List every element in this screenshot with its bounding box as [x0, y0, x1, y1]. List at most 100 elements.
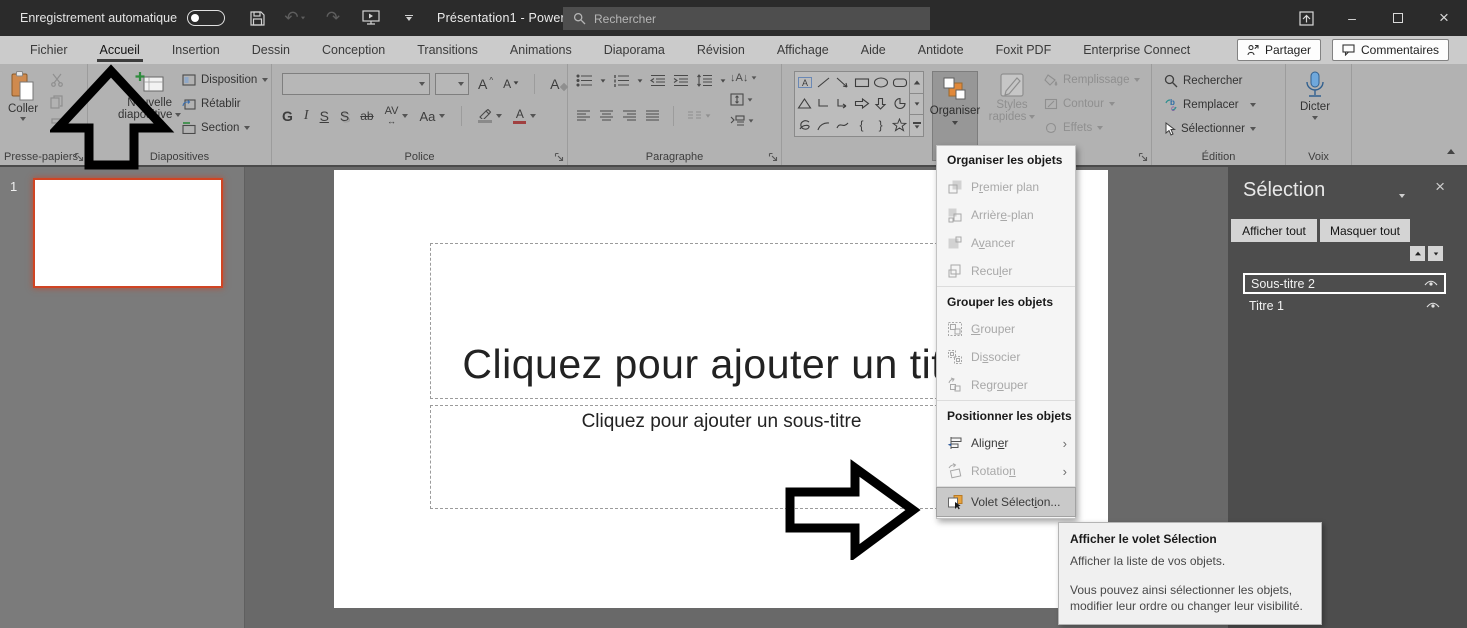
dictate-button[interactable]: Dicter: [1300, 71, 1330, 120]
slide-thumbnail[interactable]: [33, 178, 223, 288]
shape-oval-icon[interactable]: [871, 72, 890, 93]
shape-curve-icon[interactable]: [833, 115, 852, 136]
show-all-button[interactable]: Afficher tout: [1231, 219, 1317, 242]
align-text-button[interactable]: [730, 93, 757, 106]
tab-animations[interactable]: Animations: [494, 36, 588, 64]
find-button[interactable]: Rechercher: [1164, 74, 1242, 88]
shape-down-arrow-icon[interactable]: [871, 93, 890, 114]
shape-arc-icon[interactable]: [814, 115, 833, 136]
decrease-indent-icon[interactable]: [650, 74, 666, 87]
font-size-combobox[interactable]: [435, 73, 469, 95]
menu-item-aligner[interactable]: Aligner ›: [937, 429, 1075, 457]
pane-close-icon[interactable]: ×: [1435, 177, 1445, 197]
font-name-combobox[interactable]: [282, 73, 430, 95]
shapes-scroll-up-button[interactable]: [910, 72, 923, 94]
selection-item-subtitle[interactable]: Sous-titre 2: [1243, 273, 1446, 294]
layout-button[interactable]: Disposition: [182, 74, 268, 86]
align-left-icon[interactable]: [576, 110, 591, 122]
convert-to-smartart-button[interactable]: [730, 115, 757, 127]
drawing-dialog-launcher-icon[interactable]: [1138, 152, 1148, 162]
shape-left-brace-icon[interactable]: {: [852, 115, 871, 136]
clear-formatting-button[interactable]: A: [550, 76, 567, 92]
section-button[interactable]: Section: [182, 122, 250, 134]
line-spacing-icon[interactable]: [696, 74, 713, 87]
shape-star-icon[interactable]: [890, 115, 909, 136]
shapes-scroll-down-button[interactable]: [910, 94, 923, 116]
numbering-icon[interactable]: [613, 74, 630, 87]
hide-all-button[interactable]: Masquer tout: [1320, 219, 1410, 242]
tab-antidote[interactable]: Antidote: [902, 36, 980, 64]
tab-insertion[interactable]: Insertion: [156, 36, 236, 64]
shape-pie-icon[interactable]: [890, 93, 909, 114]
reorder-up-button[interactable]: [1410, 246, 1425, 261]
pane-options-chevron-icon[interactable]: [1399, 185, 1405, 203]
bold-button[interactable]: G: [282, 108, 293, 124]
increase-indent-icon[interactable]: [673, 74, 689, 87]
share-button[interactable]: Partager: [1237, 39, 1321, 61]
shape-line-icon[interactable]: [814, 72, 833, 93]
minimize-button[interactable]: –: [1329, 0, 1375, 36]
shrink-font-button[interactable]: A: [503, 77, 519, 91]
autosave-toggle[interactable]: [187, 10, 225, 26]
visibility-eye-icon[interactable]: [1424, 279, 1438, 288]
replace-button[interactable]: bc Remplacer: [1164, 98, 1256, 112]
text-direction-button[interactable]: ↓A↓: [730, 72, 757, 84]
search-bar[interactable]: [563, 7, 930, 30]
paste-button[interactable]: Coller: [8, 71, 38, 121]
start-slideshow-icon[interactable]: [361, 8, 381, 28]
selection-item-title[interactable]: Titre 1: [1243, 295, 1446, 316]
strikethrough-button[interactable]: ab: [360, 109, 373, 123]
search-input[interactable]: [594, 12, 894, 26]
tab-aide[interactable]: Aide: [845, 36, 902, 64]
customize-quick-access-icon[interactable]: [399, 8, 419, 28]
tab-transitions[interactable]: Transitions: [401, 36, 494, 64]
change-case-button[interactable]: Aa: [419, 109, 435, 124]
grow-font-button[interactable]: A^: [478, 76, 493, 92]
tab-dessin[interactable]: Dessin: [236, 36, 306, 64]
shape-right-brace-icon[interactable]: }: [871, 115, 890, 136]
menu-item-volet-selection[interactable]: Volet Sélection...: [937, 488, 1075, 516]
shape-rounded-rectangle-icon[interactable]: [890, 72, 909, 93]
bullets-icon[interactable]: [576, 74, 593, 87]
font-color-button[interactable]: A: [513, 108, 526, 124]
title-placeholder[interactable]: Cliquez pour ajouter un titre: [430, 243, 1013, 399]
shape-textbox-icon[interactable]: A: [795, 72, 814, 93]
shape-arrow-icon[interactable]: [833, 72, 852, 93]
tab-diaporama[interactable]: Diaporama: [588, 36, 681, 64]
shape-elbow-connector-icon[interactable]: [814, 93, 833, 114]
text-shadow-button[interactable]: S: [340, 108, 349, 124]
justify-icon[interactable]: [645, 110, 660, 122]
ribbon-display-options-icon[interactable]: [1283, 0, 1329, 36]
shape-scribble-icon[interactable]: [795, 115, 814, 136]
character-spacing-button[interactable]: AV↔: [385, 106, 399, 126]
paragraph-dialog-launcher-icon[interactable]: [768, 152, 778, 162]
shape-rectangle-icon[interactable]: [852, 72, 871, 93]
font-dialog-launcher-icon[interactable]: [554, 152, 564, 162]
tab-affichage[interactable]: Affichage: [761, 36, 845, 64]
maximize-button[interactable]: [1375, 0, 1421, 36]
tab-conception[interactable]: Conception: [306, 36, 401, 64]
underline-button[interactable]: S: [320, 108, 329, 124]
tab-enterprise-connect[interactable]: Enterprise Connect: [1067, 36, 1206, 64]
align-right-icon[interactable]: [622, 110, 637, 122]
shape-right-arrow-icon[interactable]: [852, 93, 871, 114]
collapse-ribbon-icon[interactable]: [1447, 141, 1455, 159]
visibility-eye-icon[interactable]: [1426, 301, 1440, 310]
save-icon[interactable]: [247, 8, 267, 28]
reorder-down-button[interactable]: [1428, 246, 1443, 261]
tab-accueil[interactable]: Accueil: [84, 36, 156, 64]
reset-button[interactable]: Rétablir: [182, 98, 241, 110]
highlight-color-button[interactable]: [478, 109, 492, 123]
shape-elbow-arrow-icon[interactable]: [833, 93, 852, 114]
comments-button[interactable]: Commentaires: [1332, 39, 1449, 61]
tab-fichier[interactable]: Fichier: [14, 36, 84, 64]
align-center-icon[interactable]: [599, 110, 614, 122]
tab-foxit-pdf[interactable]: Foxit PDF: [980, 36, 1068, 64]
shapes-more-button[interactable]: [910, 115, 923, 136]
close-button[interactable]: ×: [1421, 0, 1467, 36]
subtitle-placeholder[interactable]: Cliquez pour ajouter un sous-titre: [430, 405, 1013, 509]
italic-button[interactable]: I: [304, 108, 309, 124]
tab-revision[interactable]: Révision: [681, 36, 761, 64]
shape-triangle-icon[interactable]: [795, 93, 814, 114]
select-button[interactable]: Sélectionner: [1164, 122, 1256, 136]
